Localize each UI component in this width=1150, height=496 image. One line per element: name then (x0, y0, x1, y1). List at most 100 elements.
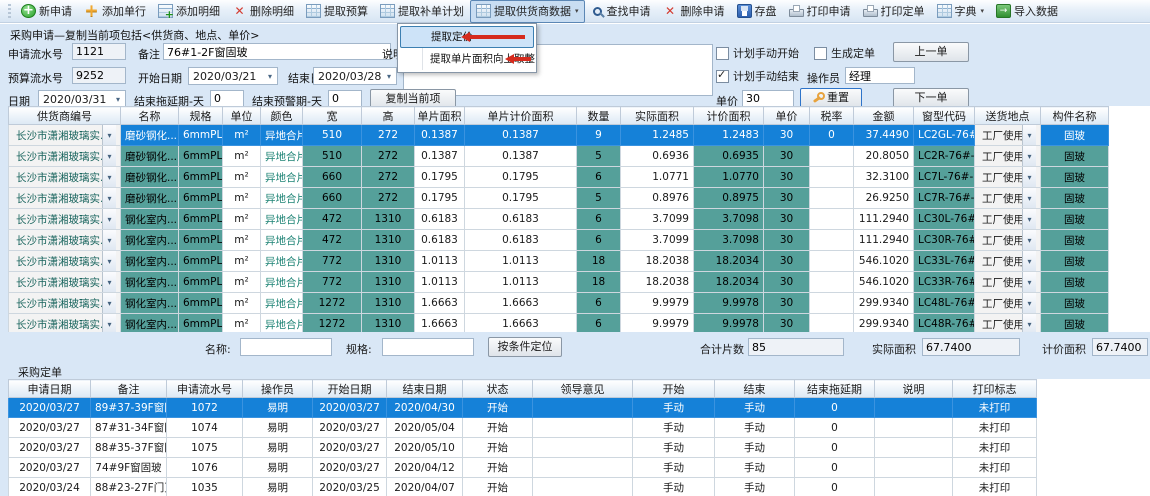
delivery-combo[interactable]: 工厂使用▾ (975, 188, 1041, 209)
column-header[interactable]: 构件名称 (1041, 107, 1109, 125)
table-row[interactable]: 长沙市潇湘玻璃实...▾钢化室内...6mmPLE...m²异地合片772131… (9, 251, 1109, 272)
cell: 1.6663 (415, 293, 465, 314)
supplier-combo[interactable]: 长沙市潇湘玻璃实...▾ (9, 230, 121, 251)
extract-supplement-plan-button[interactable]: 提取补单计划 (374, 0, 470, 23)
column-header[interactable]: 窗型代码 (914, 107, 975, 125)
table-row[interactable]: 2020/03/2787#31-34F窗固玻1074易明2020/03/2720… (9, 418, 1037, 438)
warn-days-input[interactable] (328, 90, 362, 107)
supplier-combo[interactable]: 长沙市潇湘玻璃实...▾ (9, 251, 121, 272)
table-row[interactable]: 长沙市潇湘玻璃实...▾钢化室内...6mmPLE...m²异地合片127213… (9, 293, 1109, 314)
supplier-combo[interactable]: 长沙市潇湘玻璃实...▾ (9, 125, 121, 146)
delete-detail-button[interactable]: 删除明细 (226, 0, 300, 23)
supplier-combo[interactable]: 长沙市潇湘玻璃实...▾ (9, 188, 121, 209)
print-request-button[interactable]: 打印申请 (783, 0, 857, 23)
remark-input[interactable] (163, 43, 391, 60)
spec-filter-input[interactable] (382, 338, 474, 356)
unit-price-input[interactable] (742, 90, 794, 107)
column-header[interactable]: 计价面积 (694, 107, 764, 125)
table-row[interactable]: 2020/03/2774#9F窗固玻1076易明2020/03/272020/0… (9, 458, 1037, 478)
table-row[interactable]: 长沙市潇湘玻璃实...▾磨砂钢化...6mmPLE...m²异地合片660272… (9, 188, 1109, 209)
delivery-combo[interactable]: 工厂使用▾ (975, 146, 1041, 167)
column-header[interactable]: 单片面积 (415, 107, 465, 125)
budget-input[interactable] (72, 67, 126, 84)
column-header[interactable]: 单价 (764, 107, 810, 125)
column-header[interactable]: 状态 (463, 380, 533, 398)
serial-input[interactable] (72, 43, 126, 60)
cell: 1.0113 (465, 272, 577, 293)
add-row-button[interactable]: 添加单行 (78, 0, 152, 23)
start-date-combo[interactable]: 2020/03/21 ▾ (188, 67, 278, 85)
column-header[interactable]: 开始 (633, 380, 715, 398)
import-data-button[interactable]: 导入数据 (990, 0, 1064, 23)
column-header[interactable]: 数量 (577, 107, 621, 125)
column-header[interactable]: 实际面积 (621, 107, 694, 125)
new-request-button[interactable]: 新申请 (15, 0, 78, 23)
print-order-button[interactable]: 打印定单 (857, 0, 931, 23)
table-row[interactable]: 2020/03/2488#23-27F门页玻1035易明2020/03/2520… (9, 478, 1037, 496)
delivery-combo[interactable]: 工厂使用▾ (975, 125, 1041, 146)
column-header[interactable]: 申请流水号 (167, 380, 243, 398)
delivery-combo[interactable]: 工厂使用▾ (975, 209, 1041, 230)
supplier-combo[interactable]: 长沙市潇湘玻璃实...▾ (9, 167, 121, 188)
column-header[interactable]: 申请日期 (9, 380, 91, 398)
table-row[interactable]: 长沙市潇湘玻璃实...▾钢化室内...6mmPLE...m²异地合片772131… (9, 272, 1109, 293)
delete-request-button[interactable]: 删除申请 (657, 0, 731, 23)
delivery-combo[interactable]: 工厂使用▾ (975, 167, 1041, 188)
table-row[interactable]: 2020/03/2788#35-37F窗固玻1075易明2020/03/2720… (9, 438, 1037, 458)
column-header[interactable]: 领导意见 (533, 380, 633, 398)
find-request-button[interactable]: 查找申请 (585, 0, 657, 23)
extract-budget-button[interactable]: 提取预算 (300, 0, 374, 23)
column-header[interactable]: 送货地点 (975, 107, 1041, 125)
generate-order-checkbox[interactable]: 生成定单 (814, 45, 875, 61)
manual-start-checkbox[interactable]: 计划手动开始 (716, 45, 799, 61)
delay-days-input[interactable] (210, 90, 244, 107)
supplier-combo[interactable]: 长沙市潇湘玻璃实...▾ (9, 293, 121, 314)
save-button[interactable]: 存盘 (731, 0, 783, 23)
table-row[interactable]: 长沙市潇湘玻璃实...▾磨砂钢化...6mmPLE...m²异地合片510272… (9, 146, 1109, 167)
manual-end-checkbox[interactable]: 计划手动结束 (716, 68, 799, 84)
table-row[interactable]: 长沙市潇湘玻璃实...▾钢化室内...6mmPLE...m²异地合片472131… (9, 209, 1109, 230)
table-row[interactable]: 长沙市潇湘玻璃实...▾钢化室内...6mmPLE...m²异地合片472131… (9, 230, 1109, 251)
column-header[interactable]: 金额 (854, 107, 914, 125)
delivery-combo[interactable]: 工厂使用▾ (975, 230, 1041, 251)
delivery-combo[interactable]: 工厂使用▾ (975, 251, 1041, 272)
column-header[interactable]: 宽 (303, 107, 362, 125)
column-header[interactable]: 名称 (121, 107, 179, 125)
supplier-combo[interactable]: 长沙市潇湘玻璃实...▾ (9, 146, 121, 167)
column-header[interactable]: 开始日期 (313, 380, 387, 398)
column-header[interactable]: 打印标志 (953, 380, 1037, 398)
column-header[interactable]: 结束日期 (387, 380, 463, 398)
next-order-button[interactable]: 下一单 (893, 88, 969, 108)
column-header[interactable]: 结束拖延期 (795, 380, 875, 398)
column-header[interactable]: 供货商编号 (9, 107, 121, 125)
end-date-combo[interactable]: 2020/03/28 ▾ (313, 67, 397, 85)
column-header[interactable]: 说明 (875, 380, 953, 398)
previous-order-button[interactable]: 上一单 (893, 42, 969, 62)
locate-by-condition-button[interactable]: 按条件定位 (488, 337, 562, 357)
column-header[interactable]: 单位 (223, 107, 261, 125)
extract-piece-area-round-up-menu-item[interactable]: 提取单片面积向上取整 (400, 48, 534, 70)
column-header[interactable]: 税率 (810, 107, 854, 125)
delivery-combo[interactable]: 工厂使用▾ (975, 293, 1041, 314)
table-row[interactable]: 长沙市潇湘玻璃实...▾磨砂钢化...6mmPLE...m²异地合片660272… (9, 167, 1109, 188)
column-header[interactable]: 高 (362, 107, 415, 125)
reset-button[interactable]: 重置 (800, 88, 862, 108)
supplier-combo[interactable]: 长沙市潇湘玻璃实...▾ (9, 272, 121, 293)
operator-input[interactable] (845, 67, 915, 84)
extract-pricing-menu-item[interactable]: 提取定价 (400, 26, 534, 48)
table-row[interactable]: 长沙市潇湘玻璃实...▾磨砂钢化...6mmPLE...m²异地合片510272… (9, 125, 1109, 146)
delivery-combo[interactable]: 工厂使用▾ (975, 272, 1041, 293)
name-filter-input[interactable] (240, 338, 332, 356)
column-header[interactable]: 规格 (179, 107, 223, 125)
dictionary-button[interactable]: 字典▾ (931, 0, 991, 23)
supplier-combo[interactable]: 长沙市潇湘玻璃实...▾ (9, 209, 121, 230)
column-header[interactable]: 颜色 (261, 107, 303, 125)
column-header[interactable]: 结束 (715, 380, 795, 398)
add-detail-button[interactable]: 添加明细 (152, 0, 226, 23)
extract-supplier-data-button[interactable]: 提取供货商数据▾ (470, 0, 585, 23)
import-icon (996, 4, 1011, 18)
table-row[interactable]: 2020/03/2789#37-39F窗固玻1072易明2020/03/2720… (9, 398, 1037, 418)
column-header[interactable]: 备注 (91, 380, 167, 398)
column-header[interactable]: 操作员 (243, 380, 313, 398)
column-header[interactable]: 单片计价面积 (465, 107, 577, 125)
